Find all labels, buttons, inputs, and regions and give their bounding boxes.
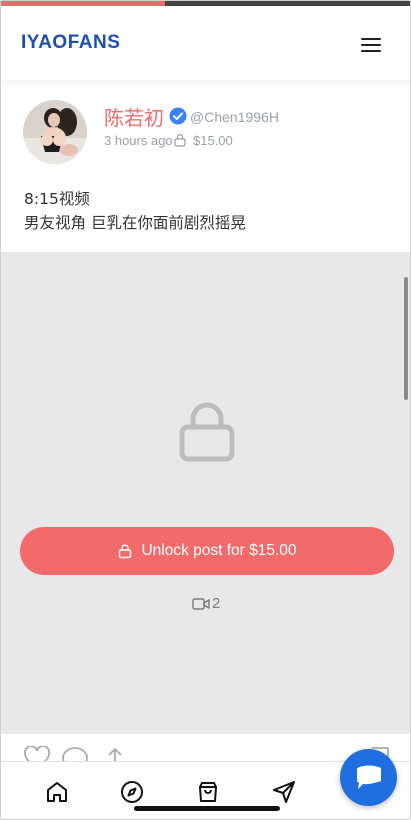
top-header: IYAOFANS (1, 6, 410, 80)
unlock-post-button[interactable]: Unlock post for $15.00 (20, 527, 394, 575)
shopping-bag-icon[interactable] (196, 780, 220, 804)
verified-badge-icon (169, 107, 187, 125)
post-time: 3 hours ago (104, 133, 173, 148)
app-frame: IYAOFANS 陈若初 @Chen1996H 3 hours ago $15.… (0, 0, 411, 820)
lock-icon (179, 402, 235, 462)
author-name[interactable]: 陈若初 (104, 102, 164, 131)
author-handle[interactable]: @Chen1996H (190, 109, 279, 125)
post-caption-line-1: 8:15视频 (24, 190, 90, 208)
post-caption: 8:15视频 男友视角 巨乳在你面前剧烈摇晃 (24, 187, 246, 235)
unlock-post-label: Unlock post for $15.00 (141, 542, 297, 559)
lock-icon (174, 134, 186, 147)
post-price: $15.00 (193, 133, 233, 148)
post-caption-line-2: 男友视角 巨乳在你面前剧烈摇晃 (24, 214, 246, 232)
compass-icon[interactable] (120, 780, 144, 804)
locked-media-area (1, 252, 410, 734)
hamburger-menu-icon[interactable] (361, 38, 383, 54)
lock-icon (119, 544, 132, 559)
video-count: 2 (192, 595, 220, 612)
author-avatar[interactable] (23, 100, 87, 164)
chat-bubble-icon (357, 765, 381, 789)
send-icon[interactable] (272, 780, 296, 804)
chat-button[interactable] (340, 749, 397, 806)
scrollbar[interactable] (404, 277, 408, 400)
video-camera-icon (192, 597, 210, 610)
site-logo[interactable]: IYAOFANS (21, 32, 120, 54)
home-indicator (134, 806, 280, 811)
video-count-value: 2 (212, 595, 221, 612)
home-icon[interactable] (45, 780, 69, 804)
